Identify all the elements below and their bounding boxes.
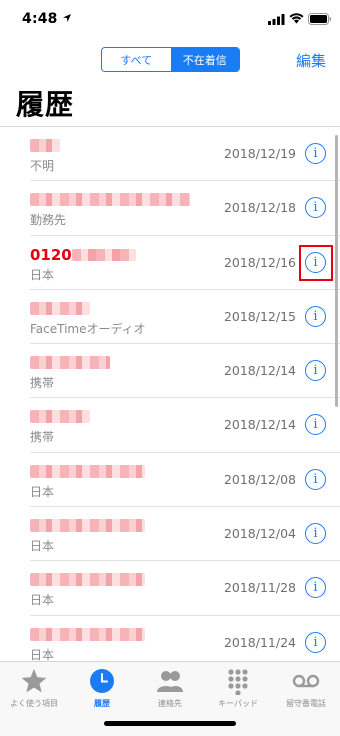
tab-label: キーパッド <box>218 699 258 708</box>
call-row-missed[interactable]: 0120 日本 2018/12/16 i <box>0 236 340 291</box>
info-icon[interactable]: i <box>305 523 326 545</box>
info-icon[interactable]: i <box>305 143 326 164</box>
call-type-label: 日本 <box>30 647 55 661</box>
call-date: 2018/11/28 <box>223 580 296 596</box>
blurred-caller-name <box>30 301 90 315</box>
segment-missed[interactable]: 不在着信 <box>170 48 239 71</box>
call-type-label: 携帯 <box>30 376 55 391</box>
scroll-indicator[interactable] <box>335 135 338 407</box>
info-icon[interactable]: i <box>305 577 326 599</box>
call-date: 2018/12/16 <box>223 254 296 270</box>
status-time: 4:48 <box>22 11 58 27</box>
star-icon <box>21 669 47 693</box>
call-row[interactable]: 日本 2018/11/24 i <box>0 616 340 661</box>
tab-label: 履歴 <box>94 699 110 708</box>
call-date: 2018/12/19 <box>223 146 296 161</box>
tab-label: 連絡先 <box>158 699 182 708</box>
tab-recents[interactable]: 履歴 <box>68 667 136 709</box>
info-icon[interactable]: i <box>305 197 326 219</box>
call-type-label: 日本 <box>30 484 55 499</box>
blurred-caller-name <box>30 356 110 370</box>
status-bar: 4:48 <box>0 0 340 40</box>
call-row[interactable]: 日本 2018/12/04 i <box>0 507 340 562</box>
call-type-label: 日本 <box>30 593 55 608</box>
tab-voicemail[interactable]: 留守番電話 <box>272 667 340 709</box>
tab-label: よく使う項目 <box>10 699 58 708</box>
contacts-icon <box>157 671 183 692</box>
highlight-box <box>299 244 333 281</box>
cellular-signal-icon <box>268 14 285 25</box>
edit-button[interactable]: 編集 <box>296 50 326 71</box>
call-type-label: FaceTimeオーディオ <box>30 321 146 336</box>
keypad-icon <box>228 669 248 695</box>
call-date: 2018/12/04 <box>223 526 296 542</box>
tab-keypad[interactable]: キーパッド <box>204 667 272 709</box>
blurred-caller-number <box>72 248 136 261</box>
call-date: 2018/12/14 <box>223 417 296 433</box>
blurred-caller-name <box>30 573 145 587</box>
battery-icon <box>308 13 331 25</box>
call-type-label: 勤務先 <box>30 213 67 228</box>
tab-label: 留守番電話 <box>286 699 326 708</box>
call-filter-segmented-control: すべて 不在着信 <box>101 47 240 72</box>
tab-contacts[interactable]: 連絡先 <box>136 667 204 709</box>
tab-favorites[interactable]: よく使う項目 <box>0 667 68 709</box>
call-type-label: 日本 <box>30 267 55 282</box>
blurred-caller-name <box>30 627 145 641</box>
call-row[interactable]: FaceTimeオーディオ 2018/12/15 i <box>0 290 340 345</box>
info-icon[interactable]: i <box>305 414 326 436</box>
info-icon[interactable]: i <box>305 468 326 490</box>
info-icon[interactable]: i <box>305 631 326 653</box>
page-title: 履歴 <box>16 88 75 121</box>
blurred-caller-name <box>30 139 60 152</box>
call-type-label: 携帯 <box>30 430 55 445</box>
blurred-caller-name <box>30 193 190 207</box>
blurred-caller-name <box>30 410 90 424</box>
call-row[interactable]: 携帯 2018/12/14 i <box>0 344 340 399</box>
wifi-icon <box>289 13 304 24</box>
call-date: 2018/12/15 <box>223 308 296 324</box>
call-date: 2018/11/24 <box>223 634 296 650</box>
call-date: 2018/12/14 <box>223 363 296 379</box>
info-icon[interactable]: i <box>305 360 326 382</box>
blurred-caller-name <box>30 519 145 533</box>
recents-list: 不明 2018/12/19 i 勤務先 2018/12/18 i 0120 日本… <box>0 127 340 661</box>
call-row[interactable]: 不明 2018/12/19 i <box>0 127 340 182</box>
info-icon[interactable]: i <box>305 305 326 327</box>
call-row[interactable]: 勤務先 2018/12/18 i <box>0 181 340 236</box>
home-indicator[interactable] <box>104 721 236 726</box>
call-date: 2018/12/08 <box>223 471 296 487</box>
call-type-label: 日本 <box>30 539 55 554</box>
blurred-caller-name <box>30 464 145 478</box>
call-row[interactable]: 日本 2018/12/08 i <box>0 453 340 508</box>
call-type-label: 不明 <box>30 159 55 173</box>
call-date: 2018/12/18 <box>223 200 296 216</box>
call-row[interactable]: 携帯 2018/12/14 i <box>0 398 340 454</box>
call-row[interactable]: 日本 2018/11/28 i <box>0 561 340 616</box>
clock-icon <box>90 669 114 693</box>
voicemail-icon <box>292 674 320 688</box>
segment-all[interactable]: すべて <box>102 48 171 71</box>
location-arrow-icon <box>63 14 71 22</box>
missed-caller-number-prefix: 0120 <box>30 245 72 264</box>
